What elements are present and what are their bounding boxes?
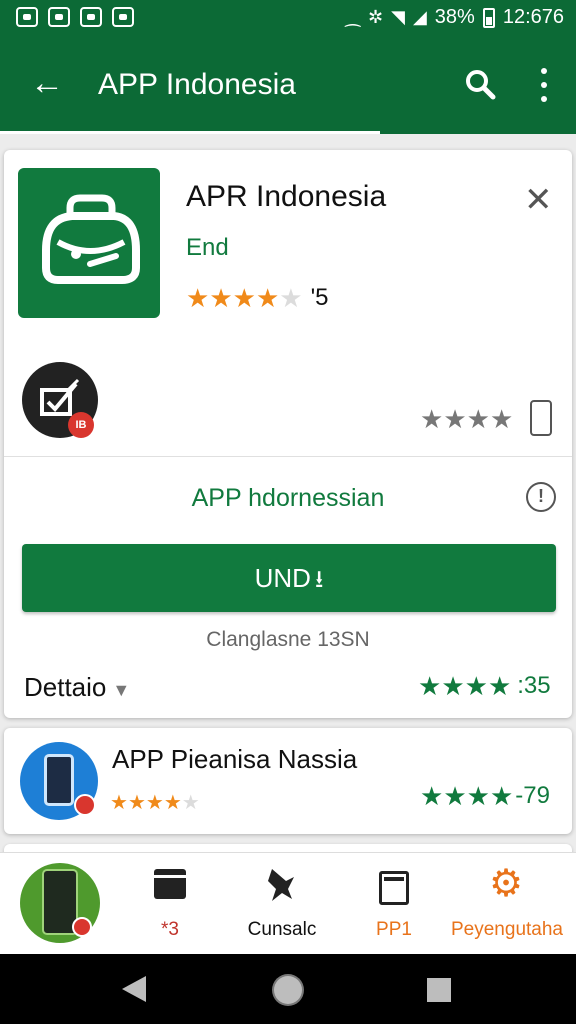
app-package-name[interactable]: APP hdornessian: [4, 484, 572, 513]
app-notification-icon: [48, 7, 70, 27]
star-icon: ★: [209, 283, 233, 313]
image-notification-icon: [16, 7, 38, 27]
nav-label: Peyengutaha: [451, 919, 563, 940]
secondary-rating: ★ ★ ★ ★: [420, 406, 513, 432]
battery-percent: 38%: [434, 6, 475, 28]
app-developer[interactable]: End: [186, 234, 229, 262]
nav-item-profile[interactable]: [0, 853, 118, 955]
vibrate-icon: ⁔: [345, 7, 361, 27]
notification-icons: [16, 7, 134, 27]
details-toggle[interactable]: Dettaio ▼: [24, 672, 130, 703]
app-detail-card: APR Indonesia ✕ End ★ ★ ★ ★ ★ '5 IB ★ ★ …: [4, 150, 572, 718]
related-app-card[interactable]: APP Pieanisa Nassia ★ ★ ★ ★ ★ ★ ★ ★ ★ -7…: [4, 728, 572, 834]
details-rating: ★ ★ ★ ★ :35: [418, 672, 551, 700]
related-app-score: ★ ★ ★ ★ -79: [420, 782, 550, 810]
device-outline-icon: [530, 400, 552, 436]
app-title: APR Indonesia: [186, 180, 387, 213]
star-icon: ★: [255, 283, 280, 313]
nav-item-videos[interactable]: *3: [118, 853, 222, 955]
signal-icon: ◢: [412, 7, 427, 27]
close-icon[interactable]: ✕: [524, 180, 553, 220]
download-icon: ⭳: [314, 566, 324, 593]
star-icon: ★: [443, 404, 467, 434]
info-icon[interactable]: !: [526, 482, 556, 512]
nav-label: Cunsalc: [247, 919, 317, 940]
related-app-title: APP Pieanisa Nassia: [112, 744, 358, 774]
nav-item-settings[interactable]: ⚙ Peyengutaha: [446, 853, 568, 955]
star-icon: ★: [487, 671, 512, 701]
related-app-rating: ★ ★ ★ ★ ★: [110, 790, 200, 816]
app-rating: ★ ★ ★ ★ ★ '5: [186, 284, 329, 312]
recents-square-icon[interactable]: [427, 978, 451, 1002]
details-label: Dettaio: [24, 672, 107, 702]
star-icon: ★: [127, 792, 146, 814]
nav-label: PP1: [376, 919, 412, 940]
details-rating-value: :35: [517, 672, 551, 699]
wifi-icon: ◥: [391, 7, 405, 27]
pin-icon: [268, 869, 294, 901]
related-app-score-value: -79: [515, 782, 550, 809]
star-icon: ★: [441, 671, 465, 701]
app-bar: ← APP Indonesia: [0, 36, 576, 134]
star-empty-icon: ★: [181, 792, 200, 814]
phone-app-icon: [20, 863, 100, 943]
status-bar: ⁔ ✲ ◥ ◢ 38% 12:676: [0, 0, 576, 36]
install-caption: Clanglasne 13SN: [206, 628, 370, 651]
edit-notification-icon: [112, 7, 134, 27]
star-icon: ★: [464, 671, 488, 701]
star-icon: ★: [110, 792, 128, 814]
back-triangle-icon[interactable]: [122, 976, 146, 1002]
clock: 12:676: [502, 6, 564, 28]
star-icon: ★: [443, 781, 467, 811]
battery-icon: [482, 7, 495, 28]
star-icon: ★: [163, 792, 182, 814]
star-empty-icon: ★: [279, 283, 303, 313]
star-icon: ★: [489, 781, 514, 811]
badge-counter: IB: [68, 412, 94, 438]
home-circle-icon[interactable]: [274, 976, 302, 1004]
arrow-left-icon[interactable]: ←: [30, 66, 64, 100]
bottom-navigation: *3 Cunsalc PP1 ⚙ Peyengutaha: [0, 852, 576, 954]
message-notification-icon: [80, 7, 102, 27]
page-title: APP Indonesia: [98, 68, 296, 101]
related-app-icon: [20, 742, 98, 820]
install-label: UND: [254, 563, 311, 593]
tablet-icon: [379, 871, 409, 905]
star-icon: ★: [145, 792, 164, 814]
star-icon: ★: [466, 781, 490, 811]
bag-icon: [42, 194, 140, 284]
star-icon: ★: [420, 781, 444, 811]
gear-icon: ⚙: [489, 863, 524, 905]
install-button[interactable]: UND ⭳: [22, 544, 556, 612]
star-icon: ★: [418, 671, 442, 701]
play-badge-icon: [74, 794, 96, 816]
divider: [4, 456, 572, 457]
star-icon: ★: [489, 404, 514, 434]
status-indicators: ⁔ ✲ ◥ ◢ 38% 12:676: [346, 6, 564, 29]
app-icon: [18, 168, 160, 318]
bluetooth-icon: ✲: [368, 7, 384, 27]
nav-item-consult[interactable]: Cunsalc: [222, 853, 342, 955]
nav-item-pp1[interactable]: PP1: [342, 853, 446, 955]
chevron-down-icon: ▼: [112, 680, 131, 700]
more-vert-icon[interactable]: [530, 68, 558, 102]
star-icon: ★: [232, 283, 256, 313]
star-icon: ★: [466, 404, 490, 434]
phone-icon: [44, 754, 74, 806]
system-navigation-bar: [0, 954, 576, 1024]
star-icon: ★: [420, 404, 444, 434]
clapperboard-icon: [154, 869, 186, 899]
star-icon: ★: [186, 283, 210, 313]
search-icon[interactable]: [464, 68, 496, 100]
rating-value: '5: [310, 284, 329, 311]
tab-indicator: [0, 131, 380, 134]
nav-label: *3: [161, 919, 179, 940]
